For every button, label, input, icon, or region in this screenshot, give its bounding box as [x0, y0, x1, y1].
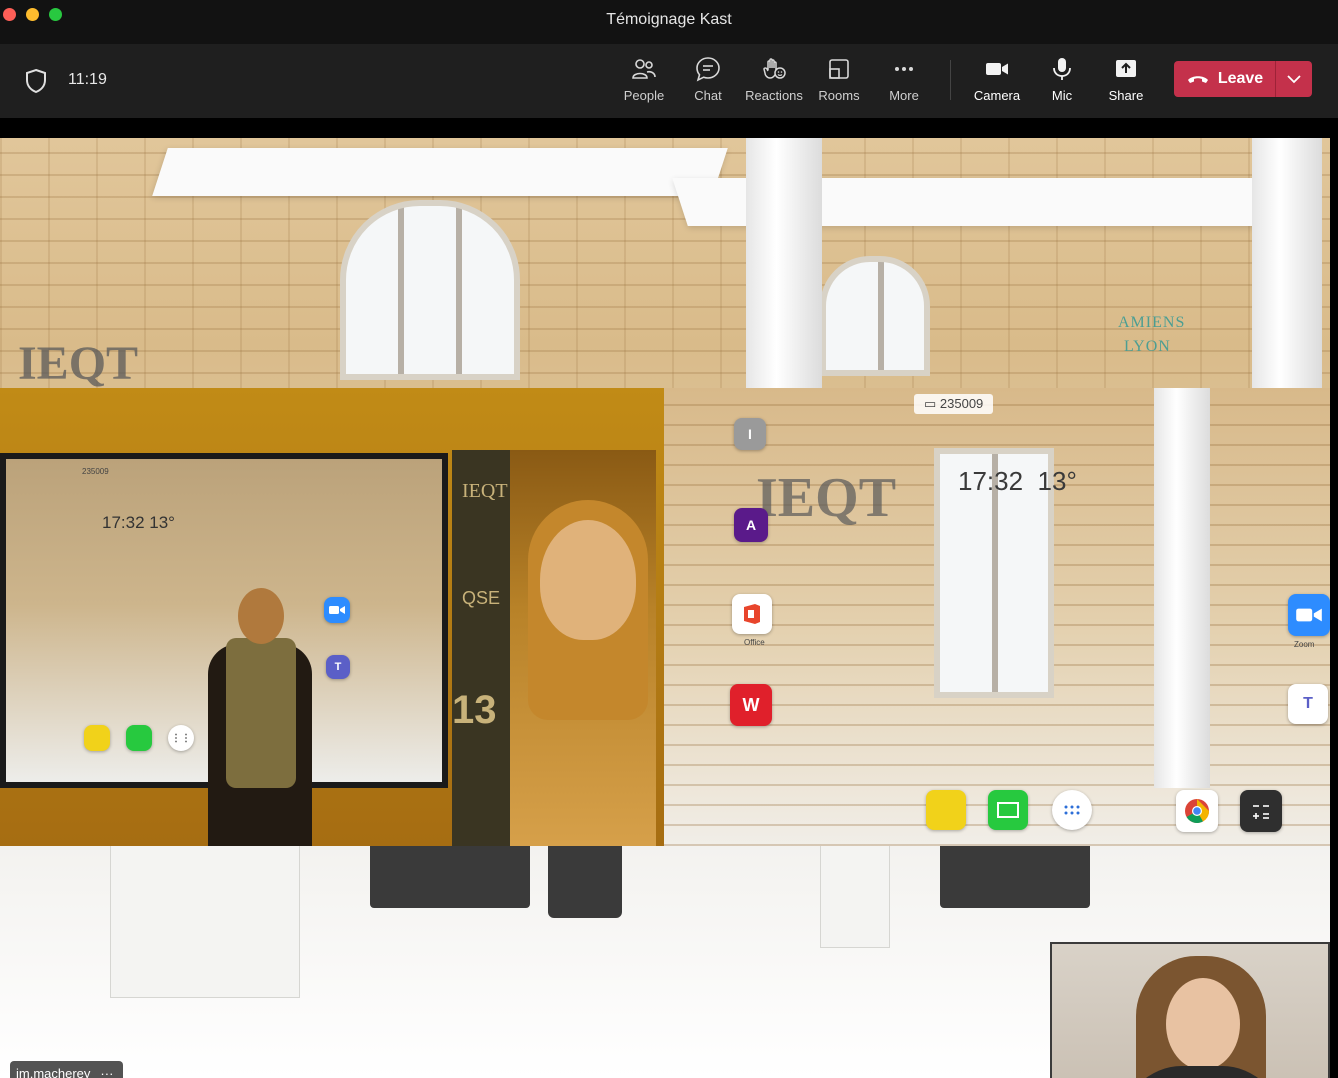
arched-window: [340, 200, 520, 380]
leave-options-button[interactable]: [1276, 61, 1312, 97]
display-clock: 17:32 13°: [102, 513, 175, 532]
camera-label: Camera: [973, 88, 1021, 103]
more-dots-icon: [895, 67, 913, 71]
note-app-icon[interactable]: [926, 790, 966, 830]
teams-app-icon: T: [326, 655, 350, 679]
office-app-label: Office: [744, 638, 765, 647]
shared-screen-capture: ▭ 235009 IEQT 17:32 13° I A Office W Zoo…: [664, 388, 1330, 846]
share-label: Share: [1108, 88, 1144, 103]
participant-name: jm.macherey: [16, 1065, 91, 1078]
background-logo: IEQT: [18, 337, 139, 390]
people-button[interactable]: People: [622, 56, 666, 108]
note-app-icon: [84, 725, 110, 751]
rollup-number: 13: [452, 688, 497, 732]
screen-clock: 17:32 13°: [958, 466, 1077, 497]
presenter: [200, 588, 320, 846]
meeting-timer: 11:19: [68, 71, 107, 88]
mic-button[interactable]: Mic: [1046, 56, 1078, 108]
room-code: ▭ 235009: [914, 394, 994, 414]
office-app-icon[interactable]: [732, 594, 772, 634]
self-view-face: [1166, 978, 1240, 1070]
whiteboard-app-icon[interactable]: [988, 790, 1028, 830]
chat-label: Chat: [694, 88, 722, 103]
poster-face: [540, 520, 636, 640]
rollup-qse: QSE: [462, 588, 501, 608]
wps-app-icon[interactable]: W: [730, 684, 772, 726]
reactions-label: Reactions: [745, 88, 803, 103]
app-icon-i[interactable]: I: [734, 418, 766, 450]
ceiling-beam: [152, 148, 728, 196]
teams-app-icon[interactable]: T: [1288, 684, 1328, 724]
display-room-code: 235009: [82, 467, 109, 476]
city-label-lyon: LYON: [1124, 338, 1171, 355]
white-pillar: [1252, 138, 1322, 388]
self-view-video[interactable]: [1050, 942, 1330, 1078]
zoom-app-icon[interactable]: [1288, 594, 1330, 636]
rooms-icon: [829, 59, 849, 79]
camera-button[interactable]: Camera: [972, 56, 1022, 108]
screen-temperature: 13°: [1037, 466, 1077, 496]
app-icon-a[interactable]: A: [734, 508, 768, 542]
participant-name-tag[interactable]: jm.macherey ···: [10, 1061, 124, 1078]
screen-time: 17:32: [958, 466, 1024, 496]
bag: [548, 838, 622, 918]
meeting-toolbar: 11:19 People Chat Reactions Rooms More C…: [0, 44, 1338, 118]
calculator-app-icon[interactable]: [1240, 790, 1282, 832]
drawer-cabinet: [820, 828, 890, 948]
microphone-icon: [1053, 58, 1071, 80]
window-title: Témoignage Kast: [606, 11, 732, 28]
office-chair: [370, 838, 530, 908]
shared-video-background: IEQT AMIENS LYON 235009 17:32 13° T ⋮⋮ I…: [0, 138, 1330, 1078]
meeting-stage: IEQT AMIENS LYON 235009 17:32 13° T ⋮⋮ I…: [0, 118, 1338, 1078]
room-code-value: 235009: [939, 396, 984, 411]
arched-window: [820, 256, 930, 376]
chat-button[interactable]: Chat: [690, 56, 726, 108]
zoom-app-label: Zoom: [1294, 640, 1315, 649]
poster: [510, 450, 656, 846]
screen-logo: IEQT: [756, 467, 897, 529]
title-bar: Témoignage Kast: [0, 0, 1338, 44]
leave-label: Leave: [1217, 70, 1264, 87]
mic-label: Mic: [1051, 88, 1073, 103]
city-label-amiens: AMIENS: [1118, 314, 1186, 331]
participant-more-icon[interactable]: ···: [100, 1066, 113, 1078]
people-icon: [632, 59, 656, 79]
apps-grid-icon: ⋮⋮: [168, 725, 194, 751]
rooms-button[interactable]: Rooms: [818, 56, 860, 108]
white-pillar: [746, 138, 822, 388]
raise-hand-icon: [763, 58, 786, 79]
more-button[interactable]: More: [886, 56, 922, 108]
people-label: People: [623, 88, 665, 103]
rooms-label: Rooms: [818, 88, 860, 103]
share-screen-icon: [1116, 60, 1136, 77]
presenter-scarf: [226, 638, 296, 788]
toolbar-divider: [950, 60, 951, 100]
leave-call-control: Leave: [1174, 61, 1312, 97]
chrome-app-icon[interactable]: [1176, 790, 1218, 832]
presenter-video: 235009 17:32 13° T ⋮⋮ IEQT QSE 13: [0, 388, 664, 846]
rollup-logo: IEQT: [462, 480, 508, 502]
presenter-head: [238, 588, 284, 644]
hang-up-icon: [1187, 76, 1208, 83]
leave-button[interactable]: Leave: [1174, 61, 1275, 97]
shield-icon[interactable]: [24, 68, 48, 94]
zoom-app-icon: [324, 597, 350, 623]
whiteboard-app-icon: [126, 725, 152, 751]
camera-icon: [986, 63, 1008, 75]
apps-grid-icon[interactable]: [1052, 790, 1092, 830]
chevron-down-icon: [1287, 75, 1301, 84]
white-pillar: [1154, 388, 1210, 788]
office-chair: [940, 838, 1090, 908]
reactions-button[interactable]: Reactions: [744, 56, 804, 108]
more-label: More: [889, 88, 919, 103]
drawer-cabinet: [110, 828, 300, 998]
chat-icon: [696, 57, 720, 82]
share-button[interactable]: Share: [1106, 56, 1146, 108]
